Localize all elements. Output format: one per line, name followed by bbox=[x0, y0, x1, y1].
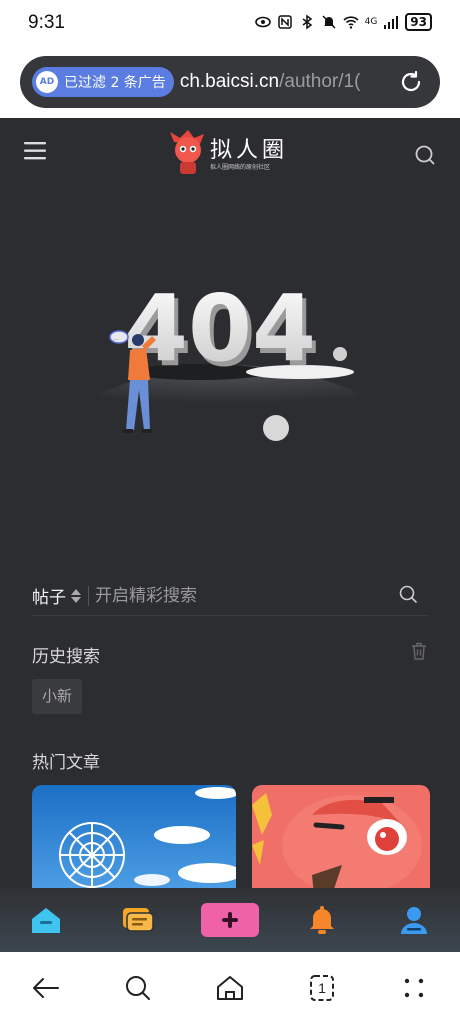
article-thumbnail bbox=[32, 785, 236, 895]
un-emblem bbox=[59, 822, 125, 888]
svg-text:...: ... bbox=[113, 335, 119, 342]
bottom-tab-bar bbox=[0, 888, 460, 952]
status-bar: 9:31 4G 93 bbox=[0, 0, 460, 48]
tab-post[interactable] bbox=[200, 894, 260, 946]
url-text[interactable]: ch.baicsi.cn/author/1( bbox=[180, 71, 375, 93]
hamburger-menu-icon[interactable] bbox=[24, 140, 50, 162]
signal-icon bbox=[384, 16, 399, 29]
search-submit-icon[interactable] bbox=[398, 584, 418, 604]
article-thumbnail bbox=[252, 785, 430, 895]
home-outline-icon bbox=[217, 976, 243, 1000]
search-type-select[interactable]: 帖子 bbox=[32, 583, 82, 608]
browser-toolbar: AD 已过滤 2 条广告 ch.baicsi.cn/author/1( bbox=[0, 48, 460, 118]
battery-indicator: 93 bbox=[405, 13, 432, 31]
home-nav-button[interactable] bbox=[210, 968, 250, 1008]
trash-icon[interactable] bbox=[410, 641, 428, 661]
network-label: 4G bbox=[364, 17, 378, 27]
url-host: ch.baicsi.cn bbox=[179, 71, 280, 92]
history-title: 历史搜索 bbox=[32, 647, 100, 667]
back-arrow-icon bbox=[33, 978, 59, 998]
history-tag[interactable]: 小新 bbox=[32, 679, 83, 714]
bell-icon bbox=[310, 906, 334, 934]
mute-icon bbox=[322, 15, 336, 29]
ad-filter-badge[interactable]: AD 已过滤 2 条广告 bbox=[32, 67, 174, 97]
eye-icon bbox=[254, 16, 271, 28]
site-slogan: 拟人圈网络的原创社区 bbox=[210, 164, 271, 171]
chat-icon bbox=[123, 908, 154, 932]
tab-home[interactable] bbox=[16, 894, 76, 946]
ad-filter-label: 已过滤 2 条广告 bbox=[64, 75, 166, 91]
url-path: /author/1( bbox=[279, 71, 361, 92]
search-divider bbox=[88, 585, 89, 606]
ad-block-icon: AD bbox=[36, 71, 58, 93]
home-icon bbox=[32, 908, 60, 933]
mascot-icon bbox=[170, 130, 204, 174]
search-type-label: 帖子 bbox=[32, 588, 66, 608]
plus-icon bbox=[201, 903, 259, 937]
back-button[interactable] bbox=[26, 968, 66, 1008]
user-icon bbox=[401, 907, 427, 934]
search-icon bbox=[126, 976, 150, 1000]
reload-icon[interactable] bbox=[398, 69, 424, 95]
system-nav-bar: 1 bbox=[0, 952, 460, 1024]
tabs-count: 1 bbox=[318, 980, 326, 996]
search-input[interactable] bbox=[95, 585, 365, 606]
article-card[interactable] bbox=[252, 785, 430, 895]
small-sphere bbox=[333, 347, 347, 361]
address-bar[interactable]: AD 已过滤 2 条广告 ch.baicsi.cn/author/1( bbox=[20, 56, 440, 108]
search-nav-button[interactable] bbox=[118, 968, 158, 1008]
status-icons: 4G 93 bbox=[254, 13, 432, 31]
site-logo[interactable]: 拟人圈 拟人圈网络的原创社区 bbox=[168, 128, 292, 178]
more-dots-icon bbox=[404, 978, 424, 998]
large-sphere bbox=[263, 415, 289, 441]
tab-profile[interactable] bbox=[384, 894, 444, 946]
wifi-icon bbox=[343, 16, 359, 29]
search-icon[interactable] bbox=[414, 144, 436, 166]
search-bar: 帖子 bbox=[32, 576, 428, 616]
error-illustration: 404 404 ... bbox=[50, 275, 410, 441]
tab-notifications[interactable] bbox=[292, 894, 352, 946]
hot-title: 热门文章 bbox=[32, 753, 100, 773]
sort-arrows-icon bbox=[71, 588, 81, 603]
site-brand: 拟人圈 bbox=[210, 138, 289, 163]
tab-messages[interactable] bbox=[108, 894, 168, 946]
status-time: 9:31 bbox=[28, 12, 65, 33]
bluetooth-icon bbox=[302, 14, 312, 30]
article-card[interactable] bbox=[32, 785, 236, 895]
site-header: 拟人圈 拟人圈网络的原创社区 bbox=[0, 118, 460, 188]
nfc-icon bbox=[277, 15, 292, 29]
tabs-nav-button[interactable]: 1 bbox=[302, 968, 342, 1008]
error-code-text: 404 bbox=[124, 275, 316, 382]
more-nav-button[interactable] bbox=[394, 968, 434, 1008]
